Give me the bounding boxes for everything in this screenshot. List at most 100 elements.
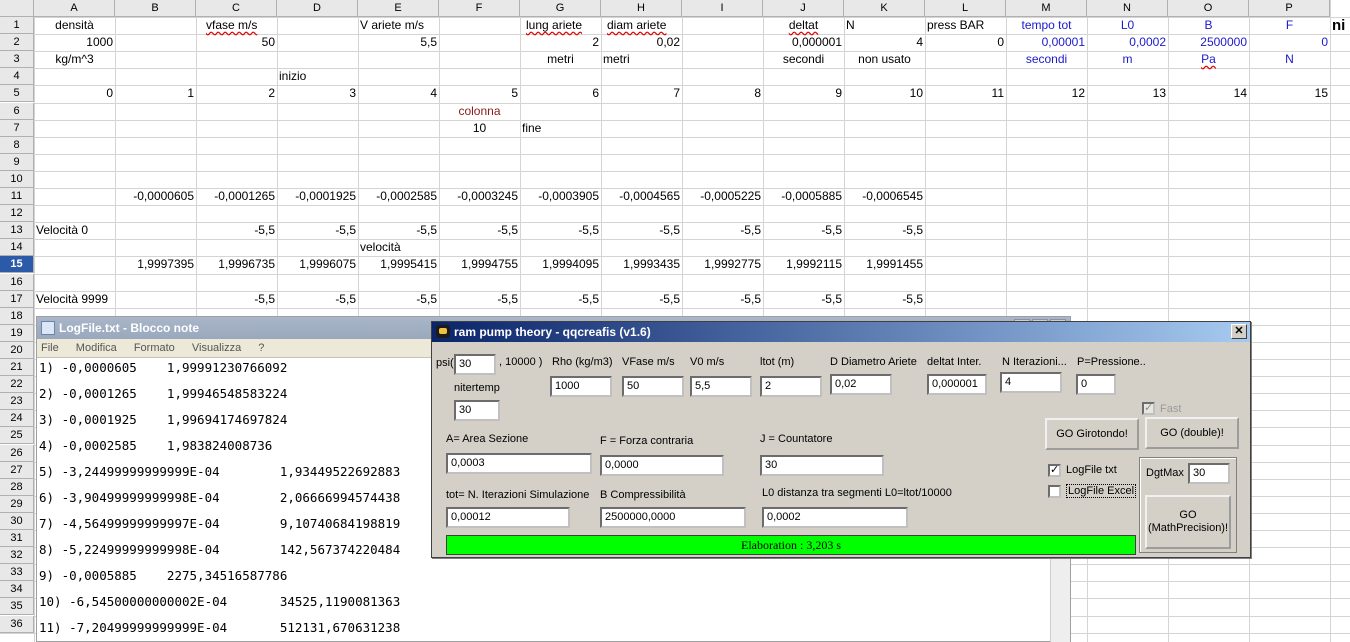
cell-d15[interactable]: 1,9996075	[277, 256, 358, 273]
cell-i15[interactable]: 1,9992775	[682, 256, 763, 273]
deltat-input[interactable]: 0,000001	[927, 374, 987, 395]
go-girotondo-button[interactable]: GO Girotondo!	[1045, 418, 1139, 450]
cell-e15[interactable]: 1,9995415	[358, 256, 439, 273]
cell-a3[interactable]: kg/m^3	[34, 51, 115, 68]
row-header-23[interactable]: 23	[0, 393, 34, 410]
cell-e14[interactable]: velocità	[358, 239, 439, 256]
column-header-f[interactable]: F	[439, 0, 520, 17]
row-header-15[interactable]: 15	[0, 256, 34, 273]
column-header-h[interactable]: H	[601, 0, 682, 17]
area-input[interactable]: 0,0003	[446, 453, 592, 474]
column-header-m[interactable]: M	[1006, 0, 1087, 17]
row-header-7[interactable]: 7	[0, 120, 34, 137]
fast-checkbox[interactable]: ✓	[1142, 402, 1155, 415]
cell-k13[interactable]: -5,5	[844, 222, 925, 239]
column-header-k[interactable]: K	[844, 0, 925, 17]
cell-b5[interactable]: 1	[115, 85, 196, 102]
row-header-8[interactable]: 8	[0, 137, 34, 154]
row-header-9[interactable]: 9	[0, 154, 34, 171]
go-double-button[interactable]: GO (double)!	[1145, 417, 1239, 449]
menu-visualizza[interactable]: Visualizza	[192, 342, 241, 354]
tot-input[interactable]: 0,00012	[446, 507, 570, 528]
column-header-e[interactable]: E	[358, 0, 439, 17]
cell-k11[interactable]: -0,0006545	[844, 188, 925, 205]
row-header-30[interactable]: 30	[0, 513, 34, 530]
cell-a1[interactable]: densità	[34, 17, 115, 34]
cell-o2[interactable]: 2500000	[1168, 34, 1249, 51]
cell-n1[interactable]: L0	[1087, 17, 1168, 34]
cell-c5[interactable]: 2	[196, 85, 277, 102]
cell-j13[interactable]: -5,5	[763, 222, 844, 239]
cell-d5[interactable]: 3	[277, 85, 358, 102]
row-header-32[interactable]: 32	[0, 547, 34, 564]
cell-o5[interactable]: 14	[1168, 85, 1249, 102]
row-header-10[interactable]: 10	[0, 171, 34, 188]
cell-k15[interactable]: 1,9991455	[844, 256, 925, 273]
row-header-19[interactable]: 19	[0, 325, 34, 342]
row-header-20[interactable]: 20	[0, 342, 34, 359]
cell-f15[interactable]: 1,9994755	[439, 256, 520, 273]
cell-h13[interactable]: -5,5	[601, 222, 682, 239]
cell-h17[interactable]: -5,5	[601, 291, 682, 308]
cell-i13[interactable]: -5,5	[682, 222, 763, 239]
cell-e5[interactable]: 4	[358, 85, 439, 102]
cell-o3[interactable]: Pa	[1168, 51, 1249, 68]
cell-f13[interactable]: -5,5	[439, 222, 520, 239]
go-mathprecision-button[interactable]: GO (MathPrecision)!	[1145, 495, 1231, 549]
row-header-4[interactable]: 4	[0, 68, 34, 85]
cell-k2[interactable]: 4	[844, 34, 925, 51]
column-header-a[interactable]: A	[34, 0, 115, 17]
n-iterazioni-input[interactable]: 4	[1000, 372, 1062, 393]
menu-help[interactable]: ?	[258, 342, 264, 354]
row-header-36[interactable]: 36	[0, 616, 34, 633]
cell-b11[interactable]: -0,0000605	[115, 188, 196, 205]
row-header-31[interactable]: 31	[0, 530, 34, 547]
cell-a13[interactable]: Velocità 0	[34, 222, 115, 239]
column-header-c[interactable]: C	[196, 0, 277, 17]
cell-d11[interactable]: -0,0001925	[277, 188, 358, 205]
logfile-txt-checkbox[interactable]: ✓	[1048, 464, 1061, 477]
cell-i5[interactable]: 8	[682, 85, 763, 102]
row-header-13[interactable]: 13	[0, 222, 34, 239]
psi-input[interactable]: 30	[454, 354, 496, 375]
cell-q1[interactable]: ni	[1330, 17, 1350, 34]
cell-f6[interactable]: colonna	[439, 103, 520, 120]
column-header-l[interactable]: L	[925, 0, 1006, 17]
row-header-16[interactable]: 16	[0, 274, 34, 291]
row-header-5[interactable]: 5	[0, 85, 34, 102]
logfile-excel-checkbox[interactable]	[1048, 485, 1061, 498]
cell-f7[interactable]: 10	[439, 120, 520, 137]
row-header-17[interactable]: 17	[0, 291, 34, 308]
cell-i17[interactable]: -5,5	[682, 291, 763, 308]
row-header-29[interactable]: 29	[0, 496, 34, 513]
cell-c1[interactable]: vfase m/s	[196, 17, 277, 34]
row-header-14[interactable]: 14	[0, 239, 34, 256]
menu-formato[interactable]: Formato	[134, 342, 175, 354]
nitertemp-input[interactable]: 30	[454, 400, 500, 421]
cell-g13[interactable]: -5,5	[520, 222, 601, 239]
cell-g7[interactable]: fine	[520, 120, 601, 137]
cell-f5[interactable]: 5	[439, 85, 520, 102]
cell-d17[interactable]: -5,5	[277, 291, 358, 308]
cell-j3[interactable]: secondi	[763, 51, 844, 68]
row-header-28[interactable]: 28	[0, 479, 34, 496]
row-header-26[interactable]: 26	[0, 445, 34, 462]
cell-m2[interactable]: 0,00001	[1006, 34, 1087, 51]
cell-h3[interactable]: metri	[601, 51, 682, 68]
cell-m1[interactable]: tempo tot	[1006, 17, 1087, 34]
row-header-1[interactable]: 1	[0, 17, 34, 34]
forza-input[interactable]: 0,0000	[600, 455, 724, 476]
cell-g2[interactable]: 2	[520, 34, 601, 51]
row-header-25[interactable]: 25	[0, 427, 34, 444]
cell-c11[interactable]: -0,0001265	[196, 188, 277, 205]
cell-m3[interactable]: secondi	[1006, 51, 1087, 68]
row-header-35[interactable]: 35	[0, 598, 34, 615]
column-header-b[interactable]: B	[115, 0, 196, 17]
cell-d4[interactable]: inizio	[277, 68, 358, 85]
cell-c13[interactable]: -5,5	[196, 222, 277, 239]
v0-input[interactable]: 5,5	[690, 376, 752, 397]
cell-j17[interactable]: -5,5	[763, 291, 844, 308]
cell-a2[interactable]: 1000	[34, 34, 115, 51]
cell-c2[interactable]: 50	[196, 34, 277, 51]
cell-k5[interactable]: 10	[844, 85, 925, 102]
